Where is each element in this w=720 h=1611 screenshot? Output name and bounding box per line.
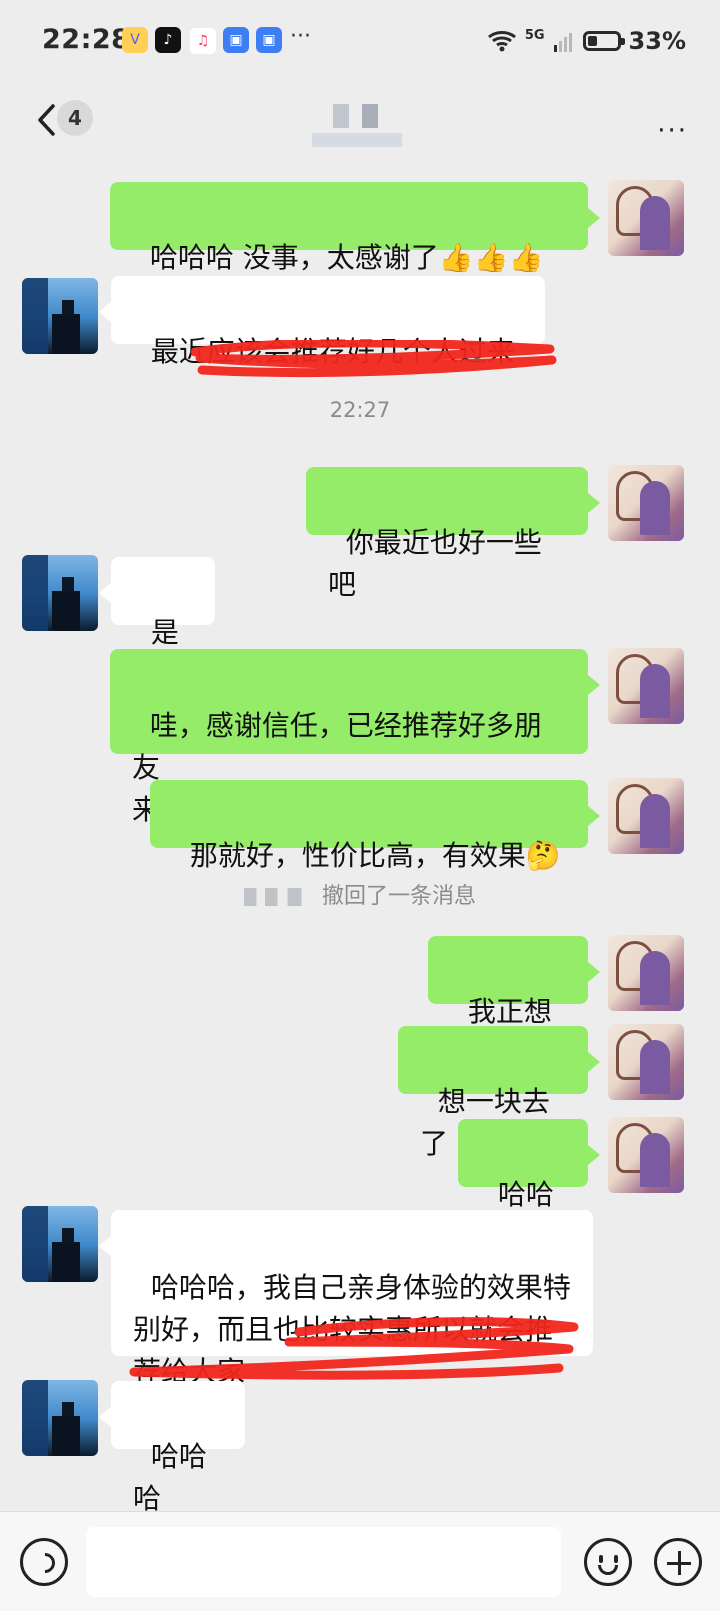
app-notification-icon: V [122, 27, 148, 53]
message-bubble[interactable]: 哈哈哈 [99, 1381, 245, 1515]
message-input[interactable] [86, 1527, 561, 1597]
red-annotation [129, 1317, 579, 1380]
message-text: 你最近也好一些吧 [328, 526, 542, 601]
recall-notice: 撤回了一条消息 [0, 878, 720, 910]
my-avatar[interactable] [608, 935, 684, 1011]
more-actions-icon[interactable] [654, 1538, 702, 1586]
red-annotation [190, 340, 557, 378]
chat-title [312, 96, 430, 147]
message-bubble[interactable]: 你最近也好一些吧 [306, 467, 600, 601]
thumbs-up-emoji: 👍👍👍 [438, 241, 544, 274]
my-avatar[interactable] [608, 1024, 684, 1100]
message-bubble[interactable]: 是的 [99, 557, 215, 691]
status-right: 5G 33% [487, 24, 686, 58]
message-bubble[interactable]: 哈哈哈 [458, 1119, 600, 1253]
blurred-name [243, 888, 314, 906]
network-type: 5G [524, 27, 545, 43]
my-avatar[interactable] [608, 1117, 684, 1193]
message-text: 哈哈哈 没事，太感谢了 [149, 241, 439, 274]
chat-header: 4 ··· [0, 84, 720, 162]
message-text: 哈哈哈 [133, 1440, 207, 1515]
message-bubble[interactable]: 哈哈哈 没事，太感谢了👍👍👍 [110, 182, 600, 274]
thinking-emoji: 🤔 [525, 839, 561, 872]
my-avatar[interactable] [608, 778, 684, 854]
contact-avatar[interactable] [22, 278, 98, 354]
input-bar [0, 1511, 720, 1611]
voice-input-icon[interactable] [20, 1538, 68, 1586]
wifi-icon [487, 31, 516, 52]
status-time: 22:28 [42, 24, 131, 55]
message-bubble[interactable]: 想一块去了 [398, 1026, 600, 1160]
more-options-icon[interactable]: ··· [657, 116, 688, 146]
message-bubble[interactable]: 我正想说 [428, 936, 600, 1070]
my-avatar[interactable] [608, 180, 684, 256]
message-bubble[interactable]: 最近应该会推荐好几个人过来 [99, 276, 545, 368]
recall-text: 撤回了一条消息 [321, 884, 476, 909]
timestamp: 22:27 [329, 398, 391, 422]
signal-icon [553, 33, 572, 52]
contact-avatar[interactable] [22, 1206, 98, 1282]
emoji-button-icon[interactable] [584, 1538, 632, 1586]
my-avatar[interactable] [608, 465, 684, 541]
contact-avatar[interactable] [22, 555, 98, 631]
contact-avatar[interactable] [22, 1380, 98, 1456]
battery-icon [582, 31, 625, 51]
music-icon: ♫ [189, 27, 217, 55]
tiktok-icon: ♪ [155, 27, 181, 53]
status-more: ··· [290, 24, 311, 49]
battery-percent: 33% [628, 27, 686, 55]
message-bubble[interactable]: 那就好，性价比高，有效果🤔 [150, 780, 600, 872]
status-bar: 22:28 V ♪ ♫ ▣ ▣ ··· 5G 33% [0, 0, 720, 84]
message-text: 那就好，性价比高，有效果 [189, 839, 526, 872]
message-bubble[interactable]: 哇，感谢信任，已经推荐好多朋友 来了😁 [110, 649, 600, 826]
notification-app-icon-2: ▣ [256, 27, 282, 53]
notification-app-icon: ▣ [223, 27, 249, 53]
unread-badge[interactable]: 4 [57, 100, 93, 136]
my-avatar[interactable] [608, 648, 684, 724]
